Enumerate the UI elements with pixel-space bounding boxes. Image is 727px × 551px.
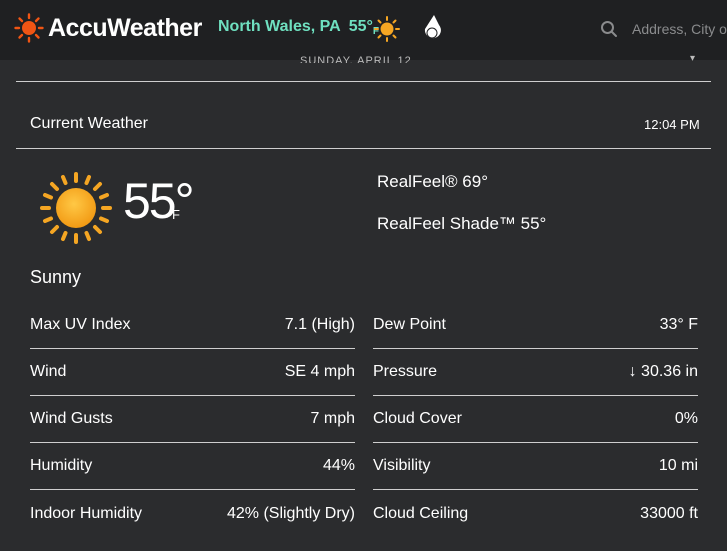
realfeel-temperature: RealFeel® 69° — [377, 172, 488, 191]
header-location-link[interactable]: North Wales, PA 55° F — [218, 18, 379, 37]
current-temperature: 55° — [123, 173, 195, 229]
detail-label: Max UV Index — [30, 316, 131, 333]
accuweather-sun-logo-icon — [14, 13, 44, 43]
detail-row-dew-point: Dew Point 33° F — [373, 302, 698, 349]
detail-row-visibility: Visibility 10 mi — [373, 443, 698, 490]
detail-row-max-uv-index: Max UV Index 7.1 (High) — [30, 302, 355, 349]
forecast-date-label: SUNDAY, APRIL 12 — [300, 55, 412, 63]
search-input[interactable] — [632, 18, 727, 40]
detail-value: SE 4 mph — [284, 363, 355, 380]
sunny-icon — [374, 16, 400, 42]
search-icon[interactable] — [600, 20, 618, 38]
detail-row-indoor-humidity: Indoor Humidity 42% (Slightly Dry) — [30, 490, 355, 537]
abc6-logo-icon[interactable] — [420, 14, 444, 42]
detail-row-wind-gusts: Wind Gusts 7 mph — [30, 396, 355, 443]
chevron-down-icon[interactable]: ▾ — [690, 53, 695, 63]
detail-value: 44% — [322, 457, 355, 474]
detail-label: Indoor Humidity — [30, 504, 143, 522]
detail-row-cloud-cover: Cloud Cover 0% — [373, 396, 698, 443]
weather-phrase: Sunny — [30, 267, 82, 287]
top-navigation-bar: AccuWeather North Wales, PA 55° F — [0, 0, 727, 60]
header-location-name: North Wales, PA — [218, 18, 341, 35]
detail-value: 42% (Slightly Dry) — [226, 504, 355, 522]
detail-label: Pressure — [373, 363, 438, 380]
current-temperature-unit: F — [172, 207, 180, 222]
detail-row-humidity: Humidity 44% — [30, 443, 355, 490]
detail-row-wind: Wind SE 4 mph — [30, 349, 355, 396]
detail-row-cloud-ceiling: Cloud Ceiling 33000 ft — [373, 490, 698, 537]
detail-label: Visibility — [373, 457, 431, 474]
card-title: Current Weather — [30, 115, 148, 132]
detail-value: 33000 ft — [640, 504, 698, 522]
header-location-temp: 55° — [348, 18, 373, 35]
detail-label: Cloud Ceiling — [373, 504, 469, 522]
divider — [16, 148, 711, 149]
detail-value: 33° F — [659, 316, 698, 333]
realfeel-shade-temperature: RealFeel Shade™ 55° — [377, 214, 547, 233]
brand-name: AccuWeather — [48, 13, 202, 42]
detail-value: 7.1 (High) — [284, 316, 355, 333]
observation-time: 12:04 PM — [644, 117, 700, 132]
detail-label: Cloud Cover — [373, 410, 462, 427]
detail-value: 10 mi — [658, 457, 698, 474]
detail-label: Wind — [30, 363, 67, 380]
detail-value: 7 mph — [310, 410, 355, 427]
detail-value: ↓ 30.36 in — [628, 363, 698, 380]
detail-row-pressure: Pressure ↓ 30.36 in — [373, 349, 698, 396]
divider — [16, 81, 711, 82]
detail-value: 0% — [674, 410, 698, 427]
sunny-icon — [40, 172, 112, 244]
accuweather-logo[interactable]: AccuWeather — [14, 13, 202, 43]
detail-label: Humidity — [30, 457, 93, 474]
detail-label: Wind Gusts — [30, 410, 113, 427]
detail-label: Dew Point — [373, 316, 446, 333]
